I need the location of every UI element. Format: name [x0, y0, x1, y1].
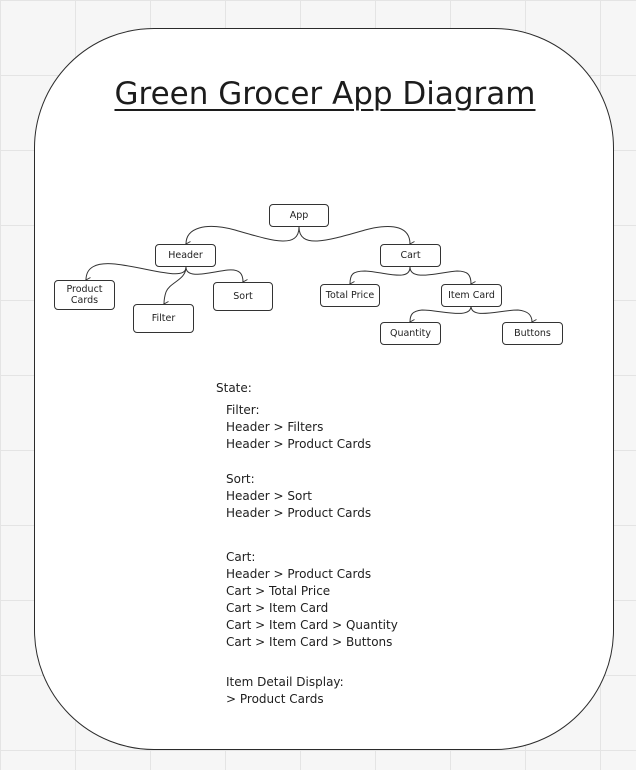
edge-app-cart [298, 226, 410, 244]
state-item-detail-label: Item Detail Display: [226, 675, 344, 689]
state-cart-line: Cart > Total Price [226, 584, 331, 598]
state-heading: State: [216, 380, 252, 397]
node-filter: Filter [133, 304, 194, 333]
edge-itemcard-quantity [410, 305, 472, 322]
node-product-cards: Product Cards [54, 280, 115, 310]
state-sort-line: Header > Product Cards [226, 506, 372, 520]
node-header: Header [155, 244, 216, 267]
state-heading-text: State: [216, 381, 252, 395]
state-filter-section: Filter: Header > Filters Header > Produc… [226, 402, 371, 453]
node-total-price: Total Price [320, 284, 380, 307]
state-cart-line: Cart > Item Card > Quantity [226, 618, 398, 632]
state-sort-line: Header > Sort [226, 489, 312, 503]
node-sort: Sort [213, 282, 273, 311]
state-filter-line: Header > Filters [226, 420, 324, 434]
state-cart-line: Cart > Item Card > Buttons [226, 635, 393, 649]
edge-cart-totalprice [350, 266, 411, 284]
node-item-card: Item Card [441, 284, 502, 307]
edge-header-sort [185, 266, 243, 282]
node-cart: Cart [380, 244, 441, 267]
edge-itemcard-buttons [470, 305, 532, 322]
state-cart-section: Cart: Header > Product Cards Cart > Tota… [226, 549, 398, 651]
node-product-cards-line2: Cards [70, 295, 99, 306]
state-filter-line: Header > Product Cards [226, 437, 372, 451]
connector-lines [0, 226, 636, 770]
state-filter-label: Filter: [226, 403, 260, 417]
node-buttons: Buttons [502, 322, 563, 345]
state-cart-line: Cart > Item Card [226, 601, 329, 615]
state-item-detail-line: > Product Cards [226, 692, 324, 706]
state-cart-line: Header > Product Cards [226, 567, 372, 581]
state-sort-section: Sort: Header > Sort Header > Product Car… [226, 471, 371, 522]
edge-app-header [186, 226, 300, 244]
state-sort-label: Sort: [226, 472, 255, 486]
node-app: App [269, 204, 329, 227]
node-quantity: Quantity [380, 322, 441, 345]
node-product-cards-line1: Product [66, 284, 103, 295]
state-item-detail-section: Item Detail Display: > Product Cards [226, 674, 344, 708]
state-cart-label: Cart: [226, 550, 256, 564]
edge-cart-itemcard [409, 266, 471, 284]
